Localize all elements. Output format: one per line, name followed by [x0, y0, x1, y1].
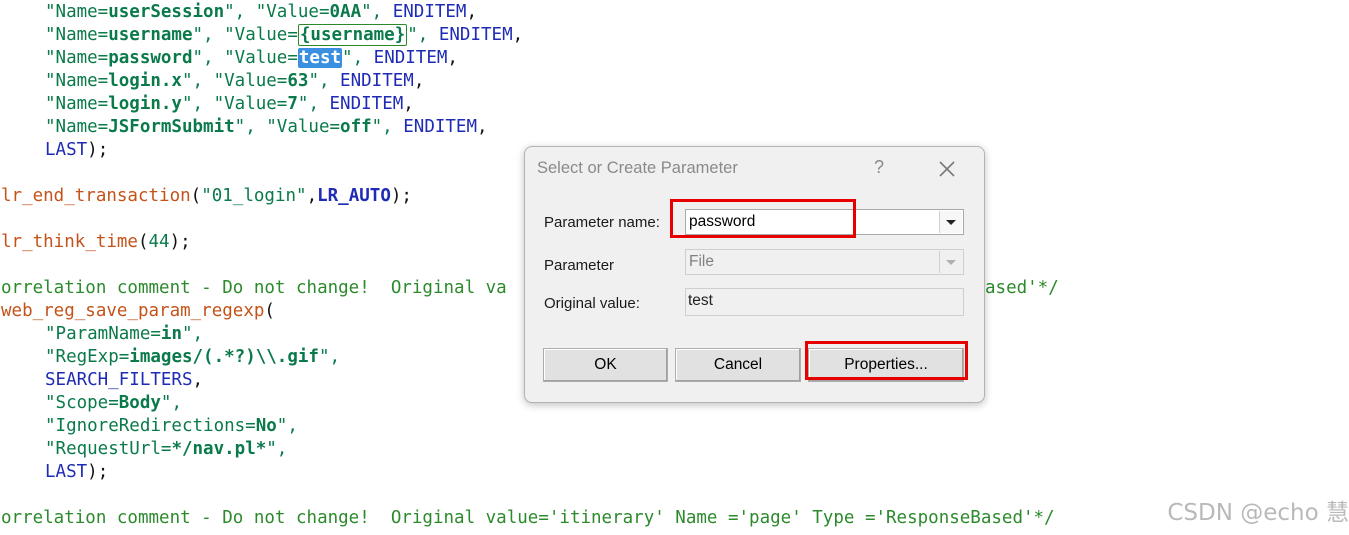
code-line-11: web_reg_save_param_regexp( — [1, 301, 275, 321]
code-line-3: "Name=password", "Value=test", ENDITEM, — [45, 48, 458, 68]
code-line-12: "ParamName=in", — [45, 324, 204, 344]
code-line-10: orrelation comment - Do not change! Orig… — [1, 278, 507, 298]
chevron-down-icon — [946, 260, 956, 265]
parameter-type-combobox: File — [685, 249, 964, 275]
code-line-2: "Name=username", "Value= {username} ", END… — [45, 24, 524, 46]
parameter-type-value: File — [689, 253, 714, 270]
parameter-token: {username} — [297, 24, 408, 46]
ok-button[interactable]: OK — [543, 348, 668, 382]
code-line-18: LAST); — [45, 462, 109, 482]
code-line-9: lr_think_time(44); — [1, 232, 191, 252]
properties-button[interactable]: Properties... — [808, 348, 964, 382]
code-line-6: "Name=JSFormSubmit", "Value=off", ENDITE… — [45, 117, 488, 137]
code-line-13: "RegExp=images/(.*?)\\.gif", — [45, 347, 341, 367]
code-line-14: SEARCH_FILTERS, — [45, 370, 204, 390]
parameter-name-label: Parameter name: — [544, 214, 660, 231]
original-value-field: test — [685, 288, 964, 316]
chevron-down-icon — [946, 220, 956, 225]
dialog-title: Select or Create Parameter — [537, 159, 738, 177]
original-value-label: Original value: — [544, 295, 640, 312]
dropdown-button-disabled — [939, 251, 962, 273]
code-line-1: "Name=userSession", "Value=0AA", ENDITEM… — [45, 2, 478, 22]
code-line-7: LAST); — [45, 140, 109, 160]
select-parameter-dialog: Select or Create Parameter ? Parameter n… — [524, 146, 985, 403]
code-line-16: "IgnoreRedirections=No", — [45, 416, 298, 436]
code-line-19: orrelation comment - Do not change! Orig… — [1, 508, 1055, 528]
help-button[interactable]: ? — [874, 157, 884, 178]
cancel-button[interactable]: Cancel — [675, 348, 801, 382]
code-line-17: "RequestUrl=*/nav.pl*", — [45, 439, 288, 459]
close-icon[interactable] — [935, 157, 959, 181]
code-line-10-tail: ased'*/ — [985, 278, 1059, 298]
parameter-name-value: password — [689, 213, 756, 230]
code-line-8: lr_end_transaction("01_login",LR_AUTO); — [1, 186, 412, 206]
code-line-5: "Name=login.y", "Value=7", ENDITEM, — [45, 94, 414, 114]
parameter-type-label: Parameter — [544, 257, 615, 274]
code-line-15: "Scope=Body", — [45, 393, 182, 413]
watermark: CSDN @echo 慧 — [1167, 500, 1349, 526]
code-line-4: "Name=login.x", "Value=63", ENDITEM, — [45, 71, 425, 91]
parameter-name-combobox[interactable]: password — [685, 209, 964, 235]
selected-text: test — [297, 48, 343, 68]
dropdown-button[interactable] — [939, 211, 962, 233]
